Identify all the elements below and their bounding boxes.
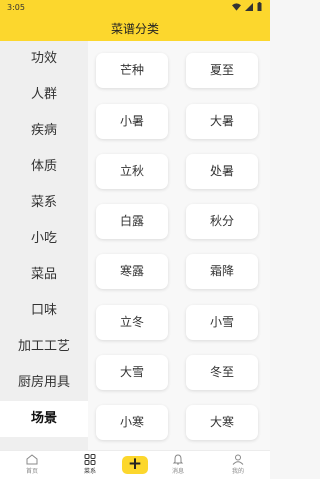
tag-button[interactable]: 小寒: [96, 405, 168, 440]
sidebar-item-caipin[interactable]: 菜品: [0, 257, 88, 293]
tag-button[interactable]: 立冬: [96, 305, 168, 340]
tag-button[interactable]: 寒露: [96, 254, 168, 289]
plus-icon: +: [127, 454, 143, 474]
tab-caixi[interactable]: 菜系: [63, 454, 117, 479]
tab-profile-label: 我的: [231, 468, 244, 475]
tag-button[interactable]: 立秋: [96, 154, 168, 189]
tag-button[interactable]: 冬至: [186, 355, 258, 390]
sidebar-item-tizhi[interactable]: 体质: [0, 149, 88, 185]
sidebar-item-jibing[interactable]: 疾病: [0, 113, 88, 149]
status-bar: 3:05: [0, 0, 270, 15]
signal-icon: [245, 2, 253, 11]
sidebar-item-jiagong[interactable]: 加工工艺: [0, 329, 88, 365]
sidebar-item-chufang[interactable]: 厨房用具: [0, 365, 88, 401]
tag-grid: 芒种 夏至 小暑 大暑 立秋 处暑 白露 秋分 寒露 霜降 立冬 小雪 大雪 冬…: [88, 41, 270, 450]
sidebar-item-renqun[interactable]: 人群: [0, 77, 88, 113]
add-recipe-button[interactable]: +: [122, 456, 148, 474]
tag-button[interactable]: 大雪: [96, 355, 168, 390]
tag-button[interactable]: 小暑: [96, 104, 168, 139]
sidebar-item-changjing[interactable]: 场景: [0, 401, 88, 437]
tab-home-label: 首页: [25, 468, 38, 475]
category-sidebar: 功效 人群 疾病 体质 菜系 小吃 菜品 口味 加工工艺 厨房用具 场景: [0, 41, 88, 450]
app-header: 菜谱分类: [0, 15, 270, 41]
tag-button[interactable]: 处暑: [186, 154, 258, 189]
tag-button[interactable]: 小雪: [186, 305, 258, 340]
tag-button[interactable]: 白露: [96, 204, 168, 239]
tag-button[interactable]: 秋分: [186, 204, 258, 239]
tab-messages-label: 消息: [171, 468, 184, 475]
tab-profile[interactable]: 我的: [211, 454, 265, 479]
tab-caixi-label: 菜系: [83, 468, 96, 475]
tag-button[interactable]: 霜降: [186, 254, 258, 289]
sidebar-item-xiaochi[interactable]: 小吃: [0, 221, 88, 257]
home-icon: [26, 454, 38, 465]
tag-button[interactable]: 大寒: [186, 405, 258, 440]
battery-icon: [257, 2, 262, 11]
tab-messages[interactable]: 消息: [151, 454, 205, 479]
sidebar-item-gongxiao[interactable]: 功效: [0, 41, 88, 77]
tab-home[interactable]: 首页: [5, 454, 59, 479]
bell-icon: [172, 454, 184, 465]
sidebar-item-kouwei[interactable]: 口味: [0, 293, 88, 329]
status-time: 3:05: [7, 3, 25, 12]
tag-button[interactable]: 大暑: [186, 104, 258, 139]
page-title: 菜谱分类: [110, 22, 159, 36]
grid-icon: [84, 454, 96, 465]
wifi-icon: [232, 2, 241, 11]
sidebar-item-caixi[interactable]: 菜系: [0, 185, 88, 221]
user-icon: [232, 454, 244, 465]
tag-button[interactable]: 夏至: [186, 53, 258, 88]
tag-button[interactable]: 芒种: [96, 53, 168, 88]
